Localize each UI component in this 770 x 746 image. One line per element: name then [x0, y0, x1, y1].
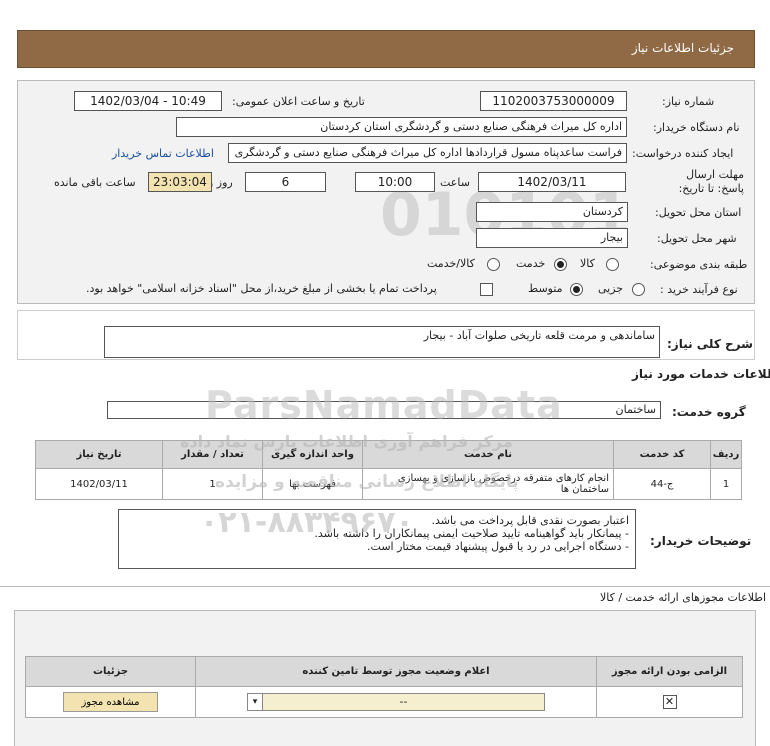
services-section-title: اطلاعات خدمات مورد نیاز [632, 367, 770, 381]
purchase-minor-label: جزیی [598, 282, 624, 295]
category-both-label: کالا/خدمت [427, 257, 475, 270]
permit-status-select[interactable]: ▾ -- [247, 693, 545, 711]
deadline-label: مهلت ارسال پاسخ: تا تاریخ: [678, 168, 744, 195]
row-code: ج-44 [613, 468, 711, 500]
permits-table: الزامی بودن ارائه مجوز اعلام وضعیت مجوز … [25, 656, 743, 718]
creator-field: فراست ساعدپناه مسول قراردادها اداره کل م… [228, 143, 627, 163]
category-both-radio[interactable] [487, 258, 500, 271]
permit-details-cell: مشاهده مجوز [25, 686, 196, 718]
col-qty: تعداد / مقدار [162, 440, 263, 469]
summary-label: شرح کلی نیاز: [667, 337, 753, 351]
category-goods-label: کالا [580, 257, 595, 270]
deadline-date-field: 1402/03/11 [478, 172, 626, 192]
purchase-medium-radio[interactable] [570, 283, 583, 296]
buyer-note-line: - پیمانکار باید گواهینامه تایید صلاحیت ا… [314, 527, 629, 540]
category-label: طبقه بندی موضوعی: [650, 258, 748, 271]
col-code: کد خدمت [613, 440, 711, 469]
permits-title: اطلاعات مجوزهای ارائه خدمت / کالا [600, 591, 767, 604]
services-table: ردیف کد خدمت نام خدمت واحد اندازه گیری ت… [35, 440, 742, 500]
creator-label: ایجاد کننده درخواست: [632, 147, 734, 160]
province-label: استان محل تحویل: [655, 206, 742, 219]
buyer-note-line: اعتبار بصورت نقدی قابل پرداخت می باشد. [431, 514, 629, 527]
col-date: تاریخ نیاز [35, 440, 163, 469]
remaining-time-field: 23:03:04 [148, 172, 212, 192]
city-label: شهر محل تحویل: [657, 232, 737, 245]
permit-col-details: جزئیات [25, 656, 196, 687]
category-service-label: خدمت [516, 257, 546, 270]
page-header: جزئیات اطلاعات نیاز [17, 30, 755, 68]
treasury-checkbox[interactable] [480, 283, 493, 296]
close-icon: ✕ [662, 695, 677, 709]
permit-col-status: اعلام وضعیت مجوز توسط تامین کننده [195, 656, 597, 687]
deadline-time-field: 10:00 [355, 172, 435, 192]
row-unit: فهرست بها [262, 468, 363, 500]
permit-col-required: الزامی بودن ارائه مجوز [596, 656, 743, 687]
category-goods-radio[interactable] [606, 258, 619, 271]
need-number-field: 1102003753000009 [480, 91, 627, 111]
row-name: انجام کارهای متفرقه درخصوص بازسازی و بهس… [362, 468, 614, 500]
permit-status-value: -- [399, 695, 408, 708]
permit-required-cell: ✕ [596, 686, 743, 718]
summary-field: ساماندهی و مرمت قلعه تاریخی صلوات آباد -… [104, 326, 660, 358]
buyer-contact-link[interactable]: اطلاعات تماس خریدار [112, 147, 214, 160]
divider [0, 586, 770, 587]
page-title: جزئیات اطلاعات نیاز [631, 41, 734, 55]
days-field: 6 [245, 172, 326, 192]
buyer-notes-label: توضیحات خریدار: [650, 534, 752, 548]
services-table-header: ردیف کد خدمت نام خدمت واحد اندازه گیری ت… [35, 440, 742, 469]
announce-label: تاریخ و ساعت اعلان عمومی: [232, 95, 365, 108]
city-field: بیجار [476, 228, 628, 248]
col-index: ردیف [710, 440, 742, 469]
purchase-minor-radio[interactable] [632, 283, 645, 296]
need-number-label: شماره نیاز: [662, 95, 715, 108]
buyer-note-line: - دستگاه اجرایی در رد یا قبول پیشنهاد قی… [367, 540, 629, 553]
category-service-radio[interactable] [554, 258, 567, 271]
table-row: 1 ج-44 انجام کارهای متفرقه درخصوص بازساز… [35, 468, 742, 500]
row-date: 1402/03/11 [35, 468, 163, 500]
province-field: کردستان [476, 202, 628, 222]
row-qty: 1 [162, 468, 263, 500]
treasury-note: پرداخت تمام یا بخشی از مبلغ خرید،از محل … [86, 282, 437, 295]
col-name: نام خدمت [362, 440, 614, 469]
table-row: ✕ ▾ -- مشاهده مجوز [25, 686, 743, 718]
need-info-panel [17, 80, 755, 304]
permit-status-cell: ▾ -- [195, 686, 597, 718]
purchase-type-label: نوع فرآیند خرید : [660, 283, 738, 296]
buyer-org-field: اداره کل میراث فرهنگی صنایع دستی و گردشگ… [176, 117, 627, 137]
chevron-down-icon: ▾ [248, 694, 263, 710]
purchase-medium-label: متوسط [528, 282, 563, 295]
announce-field: 1402/03/04 - 10:49 [74, 91, 222, 111]
row-index: 1 [710, 468, 742, 500]
buyer-org-label: نام دستگاه خریدار: [653, 121, 740, 134]
time-label: ساعت [440, 176, 470, 189]
buyer-notes-box: اعتبار بصورت نقدی قابل پرداخت می باشد. -… [118, 509, 636, 569]
service-group-field: ساختمان [107, 401, 661, 419]
remaining-label: ساعت باقی مانده [54, 176, 136, 189]
service-group-label: گروه خدمت: [672, 405, 746, 419]
col-unit: واحد اندازه گیری [262, 440, 363, 469]
view-permit-button[interactable]: مشاهده مجوز [63, 692, 158, 712]
